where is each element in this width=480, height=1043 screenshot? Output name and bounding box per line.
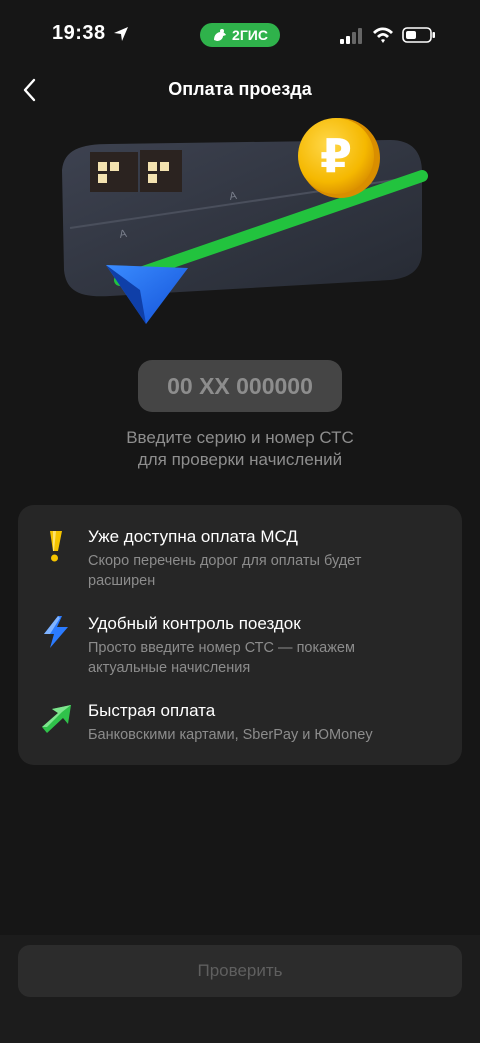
battery-icon	[402, 27, 435, 43]
feature-description: Скоро перечень дорог для оплаты будет ра…	[88, 553, 362, 589]
feature-title: Уже доступна оплата МСД	[88, 527, 298, 546]
header: Оплата проезда	[0, 70, 480, 110]
check-button[interactable]: Проверить	[18, 945, 462, 997]
building	[90, 152, 138, 192]
app-logo-icon	[214, 29, 227, 41]
hero-illustration: A A ₽	[62, 118, 428, 324]
signal-icon	[340, 28, 362, 44]
input-hint-line2: для проверки начислений	[137, 450, 343, 469]
status-bar: 19:38 2ГИС	[0, 0, 480, 70]
lightning-icon	[44, 616, 68, 648]
sts-number-input[interactable]	[138, 360, 342, 412]
feature-title: Удобный контроль поездок	[88, 614, 301, 633]
coin-symbol: ₽	[320, 129, 352, 183]
app-badge[interactable]: 2ГИС	[200, 23, 280, 47]
exclamation-icon	[50, 531, 62, 562]
page-title: Оплата проезда	[168, 79, 312, 99]
location-arrow-icon	[114, 27, 128, 41]
input-hint-line1: Введите серию и номер СТС	[126, 428, 354, 447]
feature-description: Просто введите номер СТС — покажем актуа…	[88, 640, 355, 676]
features-card: Уже доступна оплата МСД Скоро перечень д…	[18, 505, 462, 765]
bottom-bar: Проверить	[0, 935, 480, 1043]
status-time: 19:38	[52, 22, 106, 44]
arrow-up-right-icon	[42, 705, 71, 733]
feature-title: Быстрая оплата	[88, 701, 216, 720]
app-badge-label: 2ГИС	[232, 27, 268, 43]
wifi-icon	[373, 27, 393, 43]
input-hint: Введите серию и номер СТС для проверки н…	[60, 427, 420, 471]
feature-description: Банковскими картами, SberPay и ЮMoney	[88, 727, 373, 743]
